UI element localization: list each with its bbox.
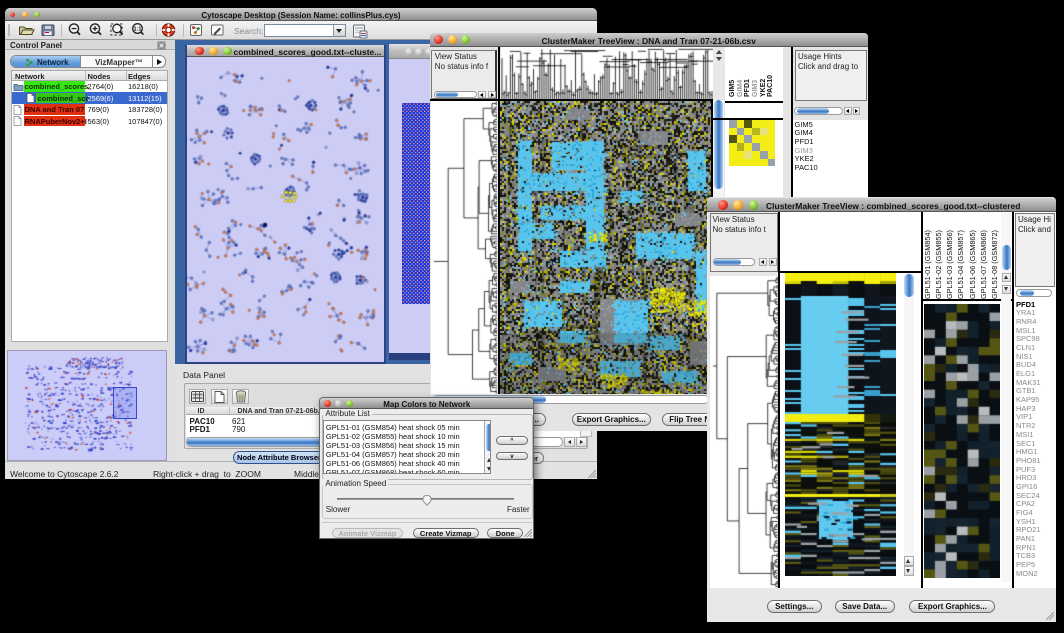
svg-text:1:1: 1:1: [134, 27, 142, 33]
